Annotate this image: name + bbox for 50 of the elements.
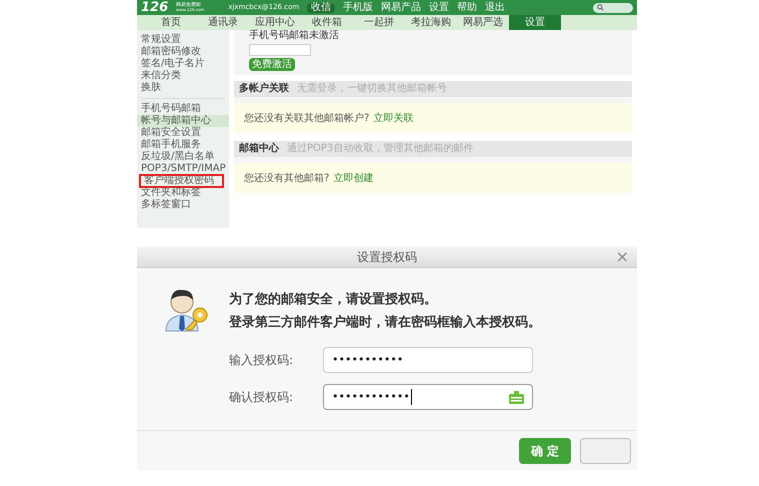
sidebar-item[interactable]: 反垃圾/黑白名单 bbox=[137, 151, 229, 163]
activate-button[interactable]: 免费激活 bbox=[249, 58, 295, 71]
sidebar-item[interactable]: 换肤 bbox=[137, 82, 229, 94]
sidebar-item[interactable]: 来信分类 bbox=[137, 70, 229, 82]
tab[interactable]: 设置 bbox=[509, 15, 561, 30]
tab[interactable]: 一起拼 bbox=[353, 15, 405, 30]
sidebar-item[interactable]: 手机号码邮箱 bbox=[137, 103, 229, 115]
header-link[interactable]: 网易产品 bbox=[381, 2, 422, 12]
keyboard-icon[interactable] bbox=[509, 390, 524, 404]
receive-button[interactable]: 收信 bbox=[307, 2, 336, 12]
field-label: 输入授权码: bbox=[229, 352, 294, 369]
dialog-title: 设置授权码 bbox=[357, 249, 417, 266]
sidebar-item[interactable]: 常规设置 bbox=[137, 34, 229, 46]
sidebar-item[interactable]: 邮箱安全设置 bbox=[137, 127, 229, 139]
password-field[interactable]: •••••••••••• bbox=[323, 384, 533, 410]
link[interactable]: 立即关联 bbox=[373, 110, 414, 126]
tab[interactable]: 网易严选 bbox=[457, 15, 509, 30]
link[interactable]: 立即创建 bbox=[333, 170, 374, 186]
sidebar-item[interactable]: 邮箱手机服务 bbox=[137, 139, 229, 151]
tab[interactable]: 应用中心 bbox=[249, 15, 301, 30]
dialog-message: 为了您的邮箱安全，请设置授权码。 bbox=[229, 291, 438, 308]
empty-message: 您还没有其他邮箱? bbox=[244, 172, 330, 186]
dialog-message: 登录第三方邮件客户端时，请在密码框输入本授权码。 bbox=[229, 314, 541, 331]
search-field[interactable] bbox=[593, 2, 633, 12]
tab[interactable]: 收件箱 bbox=[301, 15, 353, 30]
logo-mark: 126 bbox=[141, 1, 168, 14]
empty-message: 您还没有关联其他邮箱帐户? bbox=[244, 112, 370, 126]
section-hint: 通过POP3自动收取，管理其他邮箱的邮件 bbox=[287, 144, 474, 154]
section-hint: 无需登录，一键切换其他邮箱帐号 bbox=[297, 84, 447, 94]
header-link[interactable]: 帮助 bbox=[457, 2, 478, 12]
header-link[interactable]: 设置 bbox=[429, 2, 450, 12]
field-label: 确认授权码: bbox=[229, 389, 294, 406]
password-field[interactable]: ••••••••••• bbox=[323, 347, 533, 373]
input-field[interactable] bbox=[249, 44, 311, 56]
tab[interactable]: 通讯录 bbox=[197, 15, 249, 30]
search-icon bbox=[597, 4, 604, 11]
tab[interactable]: 考拉海购 bbox=[405, 15, 457, 30]
secondary-button[interactable] bbox=[580, 438, 631, 464]
section-title: 邮箱中心 bbox=[239, 144, 279, 154]
activation-title: 手机号码邮箱未激活 bbox=[249, 30, 340, 42]
section-title: 多帐户关联 bbox=[239, 84, 289, 94]
header-link[interactable]: 退出 bbox=[485, 2, 506, 12]
tab[interactable]: 首页 bbox=[145, 15, 197, 30]
sidebar-item[interactable]: 帐号与邮箱中心 bbox=[137, 115, 229, 127]
sidebar-item[interactable]: 签名/电子名片 bbox=[137, 58, 229, 70]
header-link[interactable]: 手机版 bbox=[343, 2, 374, 12]
sidebar-item[interactable]: 多标签窗口 bbox=[137, 199, 229, 211]
sidebar-item[interactable]: 文件夹和标签 bbox=[137, 187, 229, 199]
sidebar-item[interactable]: 邮箱密码修改 bbox=[137, 46, 229, 58]
sidebar-item[interactable]: POP3/SMTP/IMAP bbox=[137, 163, 229, 175]
